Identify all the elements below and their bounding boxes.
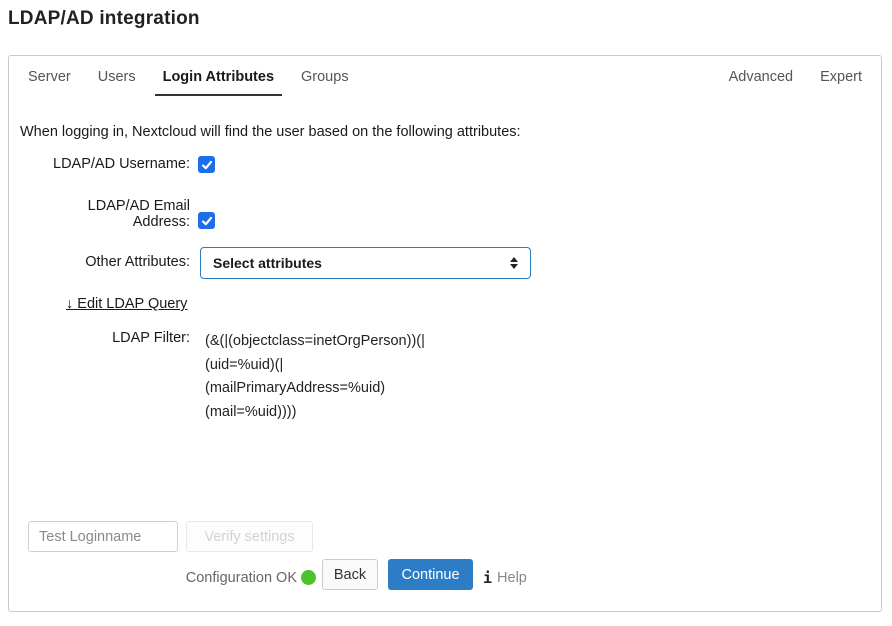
tab-advanced[interactable]: Advanced <box>721 69 802 94</box>
username-attribute-checkbox[interactable] <box>198 156 215 173</box>
ldap-filter-line: (uid=%uid)(|(mailPrimaryAddress=%uid) <box>205 354 455 401</box>
tab-groups[interactable]: Groups <box>293 69 357 94</box>
ldap-filter-value: (&(|(objectclass=inetOrgPerson))(| (uid=… <box>205 330 455 424</box>
down-arrow-icon: ↓ <box>66 296 73 312</box>
tab-users[interactable]: Users <box>90 69 144 94</box>
test-loginname-input[interactable] <box>28 521 178 552</box>
help-info-icon: i <box>483 569 492 587</box>
ldap-filter-line: (&(|(objectclass=inetOrgPerson))(| <box>205 330 455 354</box>
email-attribute-label: LDAP/AD Email Address: <box>70 199 190 230</box>
status-ok-dot <box>301 570 316 585</box>
email-attribute-checkbox[interactable] <box>198 212 215 229</box>
tab-server[interactable]: Server <box>20 69 79 94</box>
help-link[interactable]: i Help <box>483 569 527 587</box>
continue-button[interactable]: Continue <box>388 559 473 590</box>
select-updown-icon <box>510 257 518 269</box>
help-label: Help <box>497 570 527 586</box>
check-icon <box>201 215 213 227</box>
check-icon <box>201 159 213 171</box>
page-title: LDAP/AD integration <box>8 8 200 30</box>
configuration-status-text: Configuration OK <box>100 570 297 586</box>
verify-settings-button[interactable]: Verify settings <box>186 521 313 552</box>
intro-text: When logging in, Nextcloud will find the… <box>20 124 521 140</box>
tab-bar: Server Users Login Attributes Groups Adv… <box>8 55 882 96</box>
other-attributes-label: Other Attributes: <box>20 255 190 271</box>
tab-login-attributes[interactable]: Login Attributes <box>155 69 282 96</box>
ldap-filter-label: LDAP Filter: <box>20 331 190 347</box>
select-value: Select attributes <box>213 255 510 271</box>
ldap-filter-line: (mail=%uid)))) <box>205 401 455 425</box>
attributes-select[interactable]: Select attributes <box>200 247 531 279</box>
back-button[interactable]: Back <box>322 559 378 590</box>
tab-expert[interactable]: Expert <box>812 69 870 94</box>
edit-ldap-query-link[interactable]: ↓ Edit LDAP Query <box>66 296 187 312</box>
username-attribute-label: LDAP/AD Username: <box>20 157 190 173</box>
edit-ldap-query-label: Edit LDAP Query <box>77 296 187 312</box>
